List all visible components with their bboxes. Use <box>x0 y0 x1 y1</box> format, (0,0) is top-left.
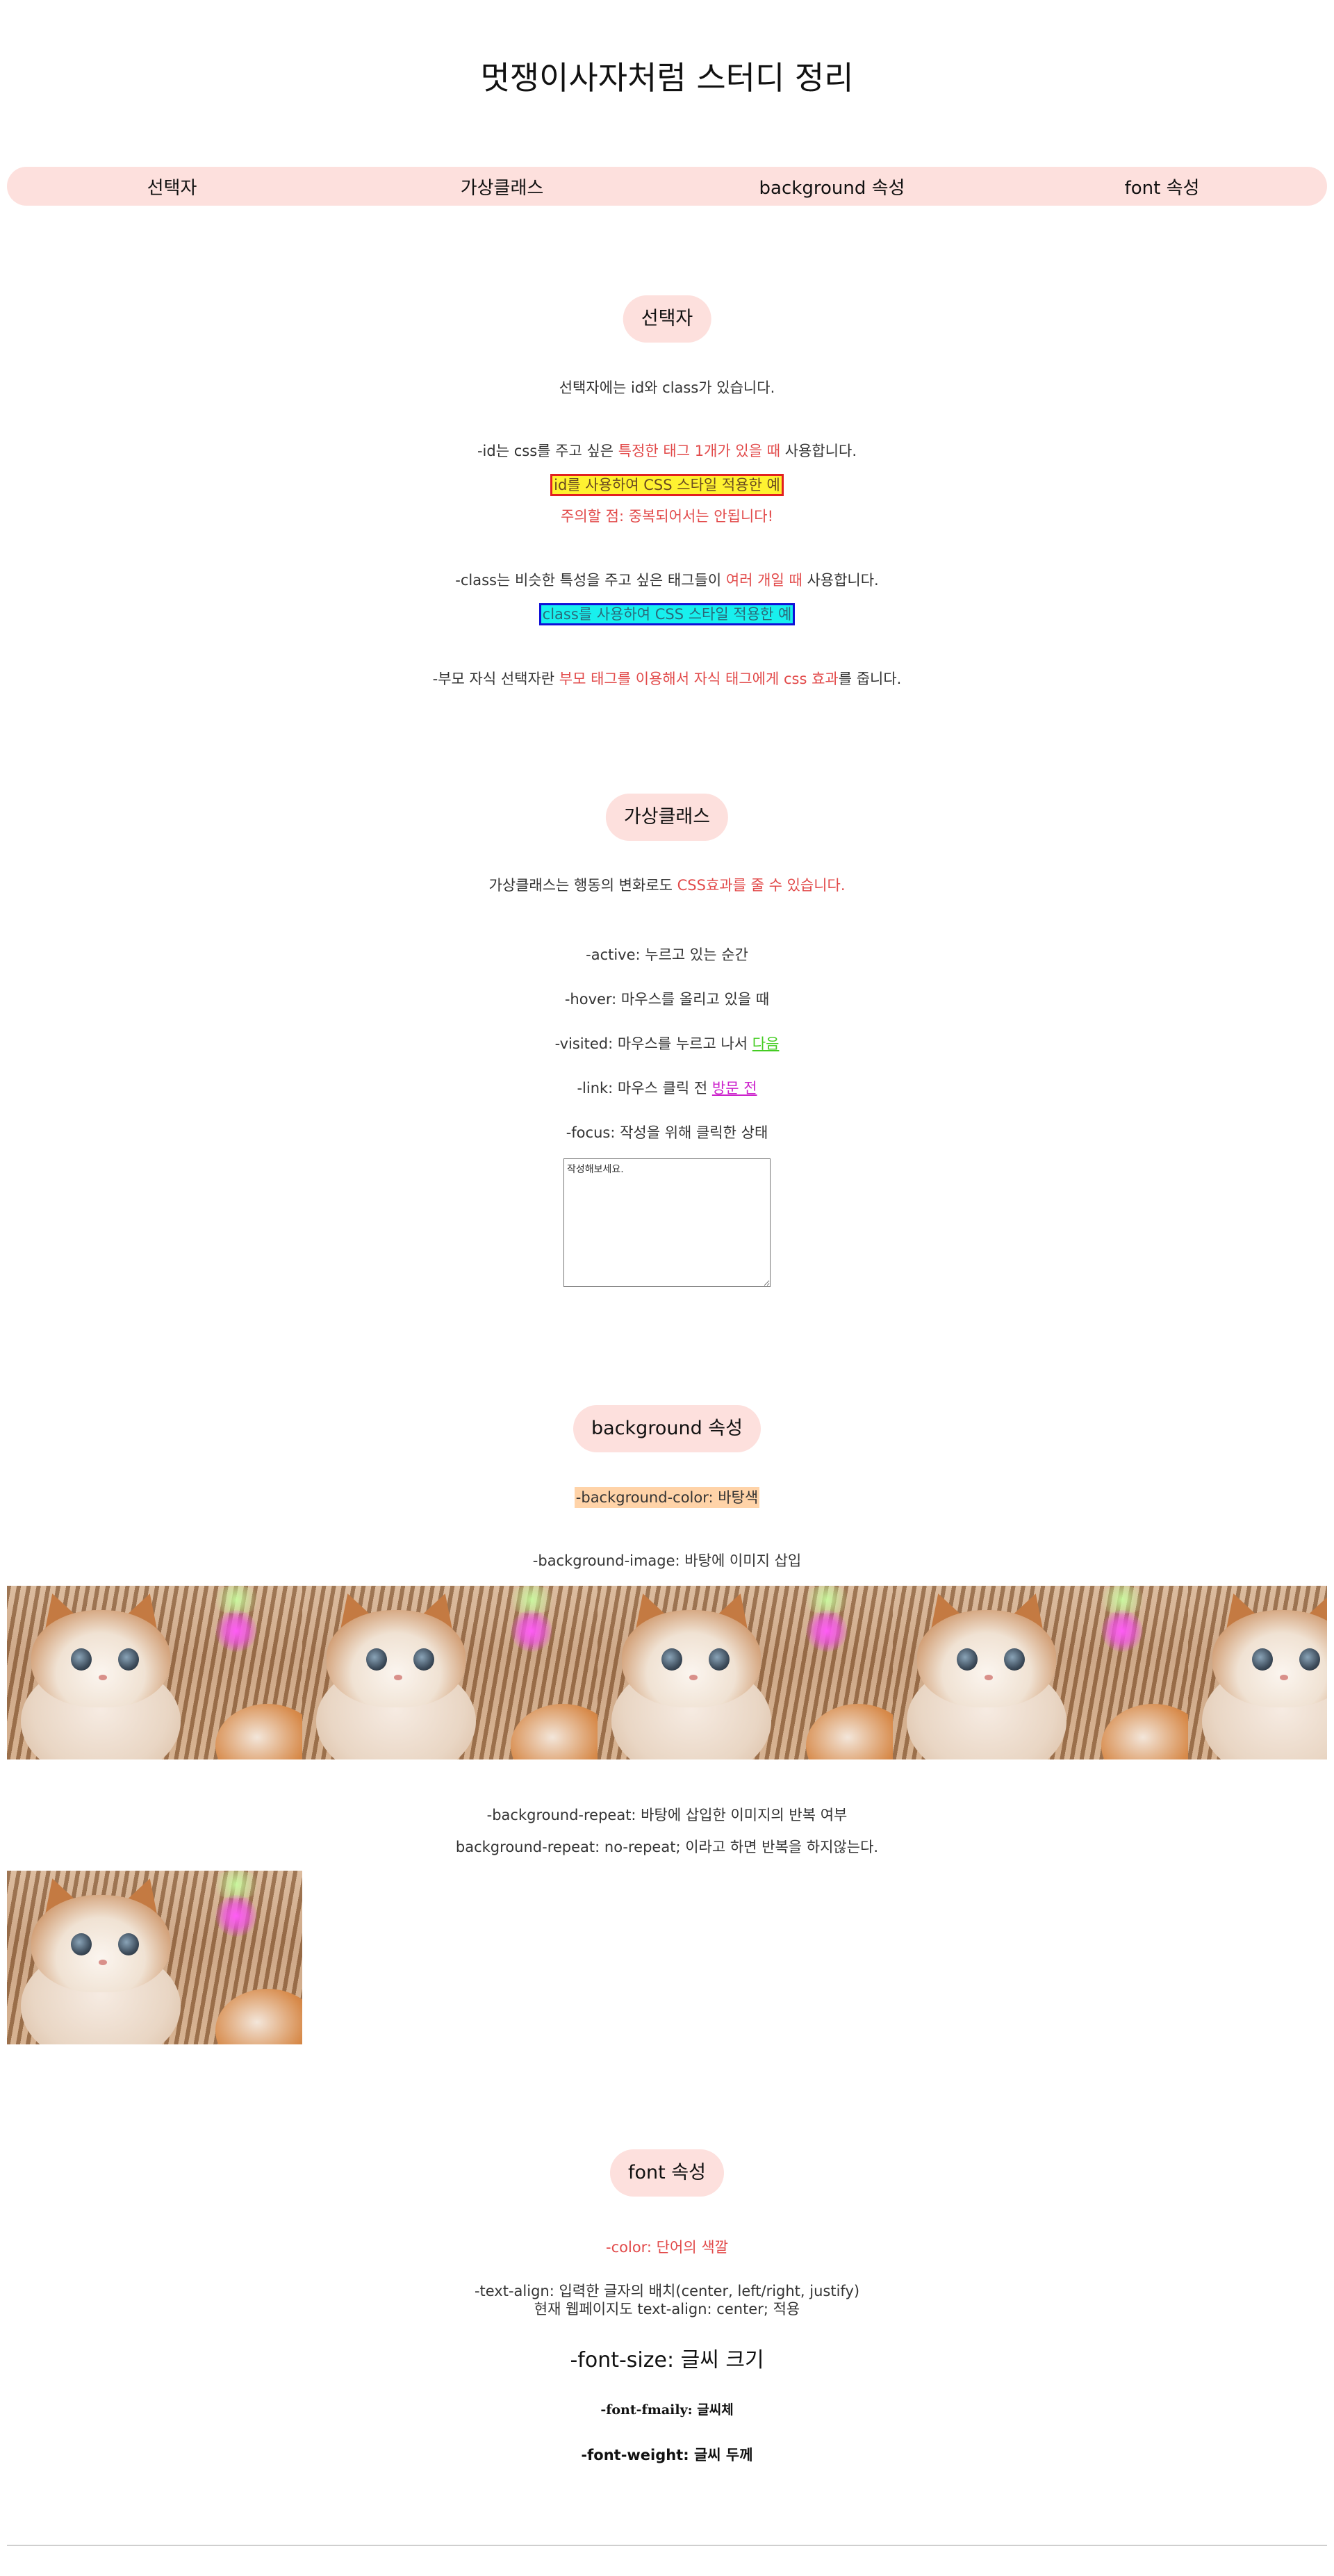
pseudo-active: -active: 누르고 있는 순간 <box>586 946 748 963</box>
pseudo-visited: -visited: 마우스를 누르고 나서 다음 <box>0 1033 1334 1054</box>
id-example-box: id를 사용하여 CSS 스타일 적용한 예 <box>550 474 784 496</box>
bg-repeat-description: -background-repeat: 바탕에 삽입한 이미지의 반복 여부 <box>486 1807 848 1823</box>
bg-image-no-repeat <box>7 1871 302 2044</box>
parent-child-highlight: 부모 태그를 이용해서 자식 태그에게 css 효과 <box>559 671 839 687</box>
kitten-image <box>893 1586 1188 1759</box>
nav-item-font[interactable]: font 속성 <box>997 174 1327 199</box>
bg-no-repeat-description: background-repeat: no-repeat; 이라고 하면 반복을… <box>455 1839 879 1855</box>
bg-image-description: -background-image: 바탕에 이미지 삽입 <box>532 1552 802 1569</box>
nav-item-selector[interactable]: 선택자 <box>7 174 337 199</box>
nav-item-pseudo-class[interactable]: 가상클래스 <box>337 174 667 199</box>
section-heading-pseudo-class: 가상클래스 <box>605 794 729 841</box>
pseudo-intro: 가상클래스는 행동의 변화로도 CSS효과를 줄 수 있습니다. <box>0 875 1334 896</box>
kitten-image <box>302 1586 598 1759</box>
section-heading-background: background 속성 <box>573 1405 761 1452</box>
pseudo-link: -link: 마우스 클릭 전 방문 전 <box>0 1078 1334 1099</box>
visited-link[interactable]: 다음 <box>752 1035 780 1052</box>
visited-text: -visited: 마우스를 누르고 나서 <box>554 1035 752 1052</box>
font-color-line: -color: 단어의 색깔 <box>606 2239 728 2256</box>
kitten-image <box>7 1871 302 2044</box>
pseudo-intro-pre: 가상클래스는 행동의 변화로도 <box>488 877 677 894</box>
kitten-image <box>7 1586 302 1759</box>
selector-id-description: -id는 css를 주고 싶은 특정한 태그 1개가 있을 때 사용합니다. <box>0 441 1334 461</box>
class-desc-post: 사용합니다. <box>802 572 879 589</box>
id-desc-post: 사용합니다. <box>780 443 857 459</box>
id-desc-pre: -id는 css를 주고 싶은 <box>477 443 618 459</box>
class-example-row: class를 사용하여 CSS 스타일 적용한 예 <box>0 603 1334 625</box>
kitten-image <box>1188 1586 1327 1759</box>
font-family-line: -font-fmaily: 글씨체 <box>600 2402 734 2418</box>
link-text: -link: 마우스 클릭 전 <box>577 1080 712 1097</box>
id-desc-highlight: 특정한 태그 1개가 있을 때 <box>618 443 781 459</box>
selector-intro: 선택자에는 id와 class가 있습니다. <box>559 379 775 396</box>
font-weight-line: -font-weight: 글씨 두께 <box>581 2447 753 2463</box>
nav-item-background[interactable]: background 속성 <box>667 174 997 199</box>
parent-child-pre: -부모 자식 선택자란 <box>432 671 559 687</box>
id-warning: 주의할 점: 중복되어서는 안됩니다! <box>561 508 773 525</box>
parent-child-post: 를 줍니다. <box>838 671 902 687</box>
id-example-row: id를 사용하여 CSS 스타일 적용한 예 <box>0 474 1334 496</box>
pseudo-hover: -hover: 마우스를 올리고 있을 때 <box>564 991 770 1008</box>
pseudo-focus: -focus: 작성을 위해 클릭한 상태 <box>566 1124 768 1141</box>
unvisited-link[interactable]: 방문 전 <box>712 1080 757 1097</box>
bg-color-example: -background-color: 바탕색 <box>574 1487 760 1508</box>
font-size-line: -font-size: 글씨 크기 <box>570 2348 764 2372</box>
section-heading-selector: 선택자 <box>623 295 711 343</box>
kitten-image <box>598 1586 893 1759</box>
footer-divider <box>7 2545 1327 2546</box>
bg-image-repeat-strip <box>7 1586 1327 1759</box>
class-desc-pre: -class는 비슷한 특성을 주고 싶은 태그들이 <box>455 572 726 589</box>
selector-class-description: -class는 비슷한 특성을 주고 싶은 태그들이 여러 개일 때 사용합니다… <box>0 570 1334 591</box>
class-desc-highlight: 여러 개일 때 <box>725 572 802 589</box>
pseudo-intro-highlight: CSS효과를 줄 수 있습니다. <box>677 877 846 894</box>
section-heading-font: font 속성 <box>610 2149 724 2197</box>
font-text-align-line2: 현재 웹페이지도 text-align: center; 적용 <box>534 2301 800 2317</box>
top-nav: 선택자 가상클래스 background 속성 font 속성 <box>7 167 1327 206</box>
bg-color-row: -background-color: 바탕색 <box>0 1487 1334 1508</box>
class-example-box: class를 사용하여 CSS 스타일 적용한 예 <box>538 603 796 625</box>
page-title: 멋쟁이사자처럼 스터디 정리 <box>480 59 854 97</box>
focus-textarea[interactable] <box>563 1158 771 1287</box>
selector-parent-child-description: -부모 자식 선택자란 부모 태그를 이용해서 자식 태그에게 css 효과를 … <box>0 668 1334 689</box>
